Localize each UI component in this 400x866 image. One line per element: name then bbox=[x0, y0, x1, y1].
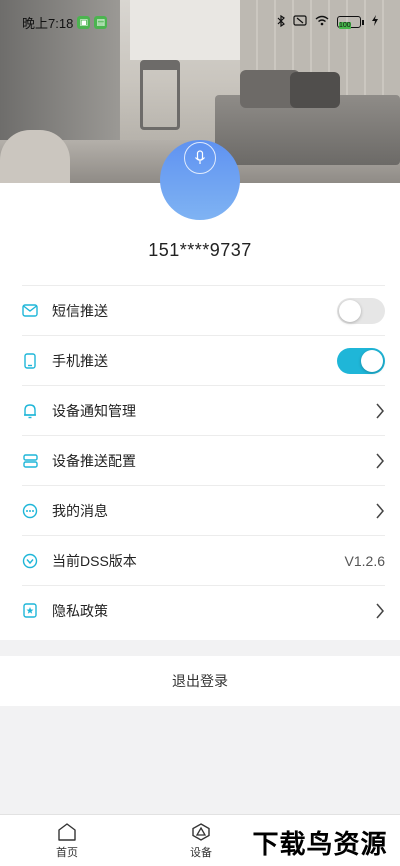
message-icon bbox=[22, 503, 38, 519]
hero-pouf bbox=[0, 130, 70, 183]
status-time: 晚上7:18 bbox=[22, 15, 74, 31]
setting-label: 当前DSS版本 bbox=[52, 552, 137, 569]
hero-chair bbox=[140, 60, 180, 130]
battery-level: 100 bbox=[339, 22, 351, 29]
chevron-right-icon bbox=[376, 603, 384, 618]
setting-label: 手机推送 bbox=[52, 352, 108, 369]
chevron-right-icon bbox=[376, 453, 384, 468]
setting-device-notification[interactable]: 设备通知管理 bbox=[22, 385, 385, 435]
tab-home[interactable]: 首页 bbox=[0, 815, 134, 866]
chevron-right-icon bbox=[376, 503, 384, 518]
hero-pillow bbox=[290, 72, 340, 108]
version-value: V1.2.6 bbox=[344, 552, 385, 569]
setting-label: 设备通知管理 bbox=[52, 402, 136, 419]
setting-my-messages[interactable]: 我的消息 bbox=[22, 485, 385, 535]
home-icon bbox=[58, 822, 76, 841]
device-icon bbox=[192, 822, 210, 841]
phone-icon bbox=[22, 352, 38, 369]
battery-icon: 100 bbox=[337, 16, 364, 29]
server-icon bbox=[22, 453, 38, 469]
sms-push-toggle[interactable] bbox=[337, 297, 385, 324]
microphone-icon bbox=[184, 142, 216, 174]
setting-phone-push: 手机推送 bbox=[22, 335, 385, 385]
chevron-right-icon bbox=[376, 403, 384, 418]
bell-icon bbox=[22, 403, 38, 419]
setting-label: 设备推送配置 bbox=[52, 452, 136, 469]
setting-label: 我的消息 bbox=[52, 502, 108, 519]
status-bar: 晚上7:18 ▣ ▤ 100 bbox=[0, 0, 400, 44]
setting-sms-push: 短信推送 bbox=[22, 285, 385, 335]
star-shield-icon bbox=[22, 603, 38, 619]
mail-icon bbox=[22, 303, 38, 319]
phone-push-toggle[interactable] bbox=[337, 347, 385, 374]
setting-label: 隐私政策 bbox=[52, 602, 108, 619]
wifi-icon bbox=[315, 15, 329, 29]
version-icon bbox=[22, 553, 38, 569]
tab-home-label: 首页 bbox=[56, 846, 78, 859]
notification-icon: ▣ bbox=[77, 15, 91, 29]
avatar[interactable] bbox=[160, 140, 240, 220]
charging-icon bbox=[372, 15, 378, 29]
mute-icon bbox=[293, 15, 307, 29]
setting-privacy-policy[interactable]: 隐私政策 bbox=[22, 585, 385, 635]
watermark-logo: 下载鸟资源 bbox=[240, 818, 400, 866]
setting-device-push-config[interactable]: 设备推送配置 bbox=[22, 435, 385, 485]
setting-dss-version: 当前DSS版本 V1.2.6 bbox=[22, 535, 385, 585]
user-phone-number: 151****9737 bbox=[148, 240, 252, 260]
logout-button[interactable]: 退出登录 bbox=[0, 656, 400, 706]
app-notification-icon: ▤ bbox=[94, 15, 108, 29]
settings-list: 短信推送 手机推送 设备通知管理 设备推送配置 我的消息 当前DSS版本 V1.… bbox=[22, 285, 385, 635]
setting-label: 短信推送 bbox=[52, 302, 108, 319]
tab-device-label: 设备 bbox=[190, 846, 212, 859]
bluetooth-icon bbox=[277, 14, 285, 30]
